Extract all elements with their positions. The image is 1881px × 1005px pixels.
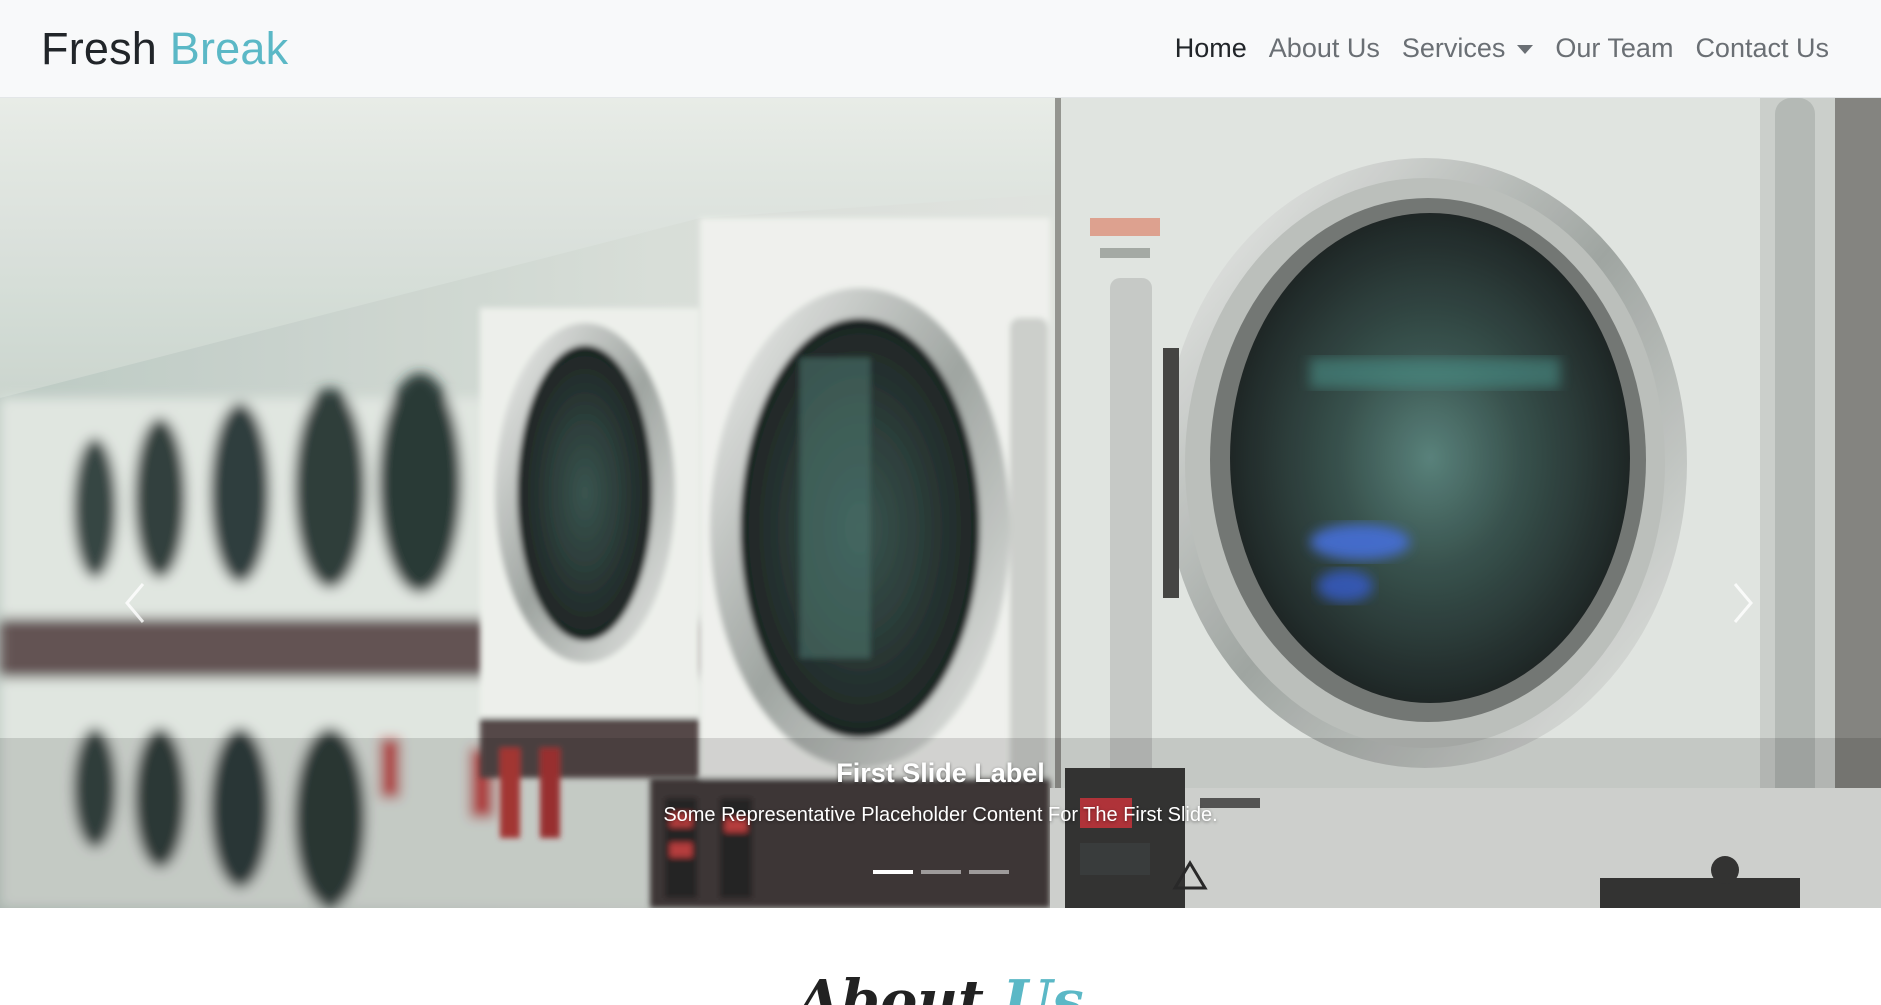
caret-down-icon [1517, 45, 1534, 54]
brand-logo[interactable]: Fresh Break [41, 23, 288, 75]
navbar: Fresh Break Home About Us Services Our T… [0, 0, 1881, 98]
carousel-prev-button[interactable] [105, 568, 165, 638]
carousel-indicator[interactable] [968, 870, 1009, 874]
nav-contact-us[interactable]: Contact Us [1684, 33, 1840, 64]
carousel-indicator[interactable] [920, 870, 961, 874]
hero-carousel: First Slide Label Some Representative Pl… [0, 98, 1881, 908]
carousel-next-button[interactable] [1713, 568, 1773, 638]
nav-about-us[interactable]: About Us [1258, 33, 1391, 64]
chevron-right-icon [1733, 583, 1753, 623]
caption-title: First Slide Label [836, 758, 1045, 788]
brand-primary: Fresh [41, 22, 158, 74]
carousel-indicators [0, 870, 1881, 874]
nav-services-dropdown[interactable]: Services [1391, 33, 1545, 64]
chevron-left-icon [125, 583, 145, 623]
about-us-heading: About Us [797, 968, 1084, 1005]
nav-home[interactable]: Home [1164, 33, 1258, 64]
brand-accent: Break [169, 22, 289, 74]
caption-text: Some Representative Placeholder Content … [663, 804, 1218, 826]
carousel-indicator[interactable] [872, 870, 913, 874]
nav-links: Home About Us Services Our Team Contact … [1164, 33, 1840, 64]
nav-our-team[interactable]: Our Team [1544, 33, 1684, 64]
